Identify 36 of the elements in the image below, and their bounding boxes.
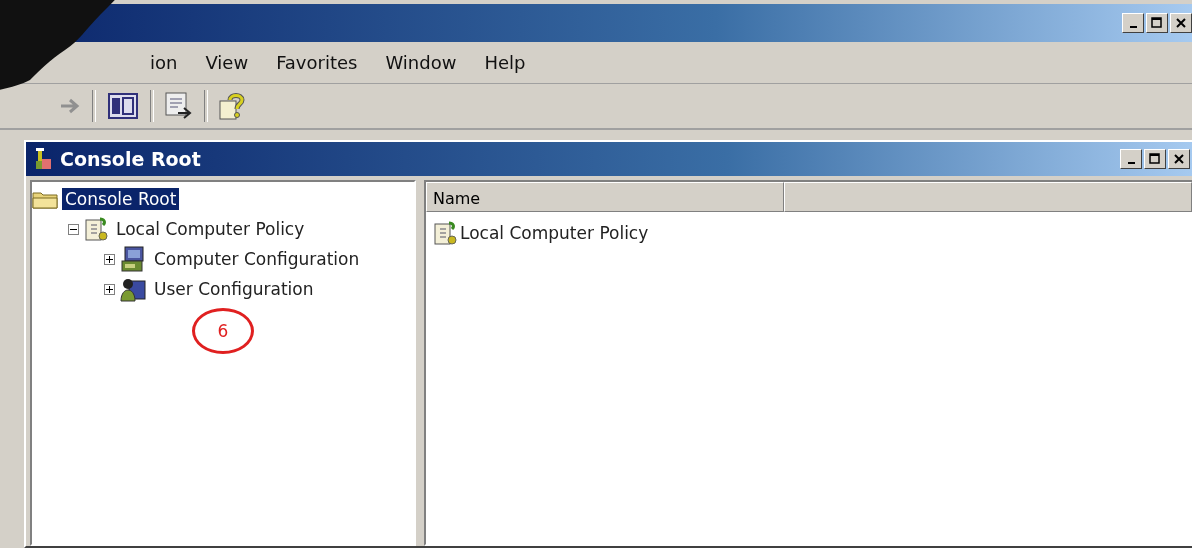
console-icon [34,147,54,171]
scroll-icon [83,216,109,242]
computer-icon [119,245,147,273]
tree-item[interactable]: Console Root [62,188,180,210]
column-header[interactable] [784,182,1192,212]
maximize-icon [1149,153,1161,165]
minimize-icon [1127,162,1135,164]
close-button[interactable] [1168,149,1190,169]
expander-icon[interactable] [104,283,115,295]
column-header[interactable]: Name [426,182,784,212]
maximize-button[interactable] [1146,13,1168,33]
tree-item[interactable]: User Configuration [151,278,317,300]
maximize-button[interactable] [1144,149,1166,169]
list-item[interactable]: Local Computer Policy [460,223,649,243]
close-button[interactable] [1170,13,1192,33]
show-tree-icon[interactable] [108,93,138,119]
menu-item[interactable]: Help [474,50,536,75]
window-title: Console Root [60,148,202,170]
expander-icon[interactable] [104,253,115,265]
close-icon [1175,17,1187,29]
folder-icon [32,189,58,209]
minimize-button[interactable] [1122,13,1144,33]
tree-item[interactable]: Computer Configuration [151,248,363,270]
menu-item[interactable]: Favorites [266,50,368,75]
export-list-icon[interactable] [164,91,194,121]
minimize-icon [1129,26,1137,28]
menu-item[interactable]: ion [140,50,188,75]
scroll-icon [432,220,458,246]
maximize-icon [1151,17,1163,29]
tree-item[interactable]: Local Computer Policy [113,218,308,240]
minimize-button[interactable] [1120,149,1142,169]
menu-item[interactable]: View [195,50,259,75]
expander-icon[interactable] [68,223,79,235]
callout-number: 6 [192,308,254,354]
menu-item[interactable]: Window [375,50,467,75]
close-icon [1173,153,1185,165]
